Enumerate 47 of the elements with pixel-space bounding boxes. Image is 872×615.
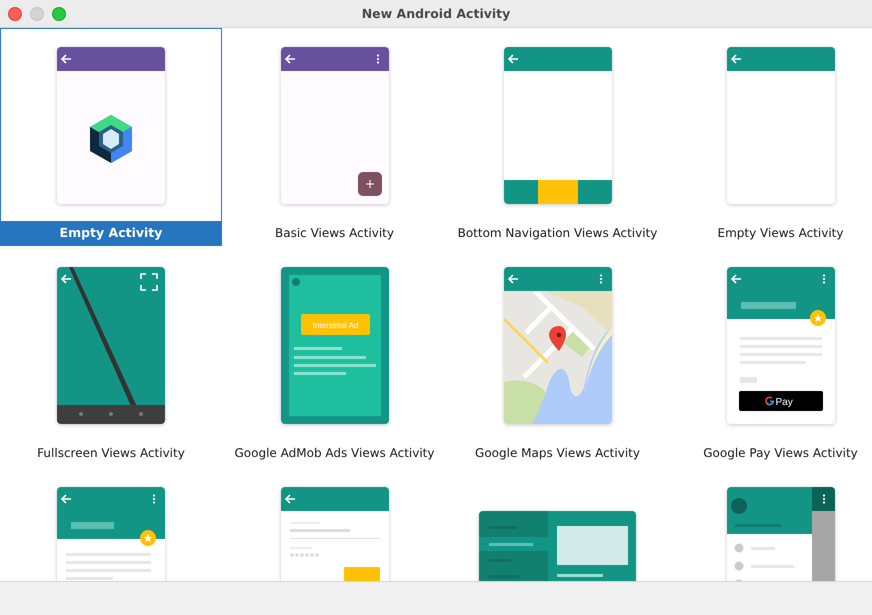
more-vert-icon[interactable]	[599, 274, 602, 284]
back-arrow-icon[interactable]	[60, 54, 72, 64]
zoom-button[interactable]	[52, 6, 66, 20]
pay-text: Pay	[775, 397, 792, 408]
template-option[interactable]: Pay Google Pay Views Activity	[669, 248, 872, 466]
title-placeholder	[740, 302, 796, 309]
back-arrow-icon[interactable]	[507, 54, 518, 64]
window-title: New Android Activity	[362, 6, 510, 21]
more-vert-icon[interactable]	[822, 494, 825, 504]
template-option[interactable]: Interstitial Ad Google AdMob Ads Views Activity	[223, 248, 446, 466]
back-arrow-icon[interactable]	[284, 494, 296, 504]
pay-button[interactable]	[738, 391, 822, 411]
back-arrow-icon[interactable]	[507, 274, 518, 284]
label-placeholder	[740, 377, 756, 383]
back-arrow-icon[interactable]	[284, 54, 296, 64]
fullscreen-icon[interactable]	[140, 273, 158, 291]
more-vert-icon[interactable]	[376, 54, 379, 64]
template-option[interactable]: Empty Views Activity	[669, 28, 872, 246]
template-option[interactable]: Google Maps Views Activity	[446, 248, 669, 466]
template-option[interactable]: Fullscreen Views Activity	[0, 248, 222, 466]
avatar-circle	[730, 498, 746, 514]
template-option[interactable]: Basic Views Activity	[223, 28, 446, 246]
template-name: Google Pay Views Activity	[702, 445, 859, 462]
hexagon-logo-icon	[90, 115, 132, 163]
map-pin-icon	[548, 326, 566, 351]
title-placeholder	[71, 522, 114, 529]
template-name: Bottom Navigation Views Activity	[456, 225, 658, 242]
template-name: Empty Views Activity	[716, 225, 844, 242]
template-name: Google AdMob Ads Views Activity	[234, 445, 436, 462]
add-button[interactable]	[358, 172, 382, 196]
back-arrow-icon[interactable]	[730, 54, 742, 64]
interstitial-ad-text: Interstitial Ad	[312, 321, 358, 330]
template-name: Basic Views Activity	[274, 225, 395, 242]
template-name: Google Maps Views Activity	[474, 445, 641, 462]
more-vert-icon[interactable]	[822, 274, 825, 284]
star-badge-icon	[810, 310, 826, 326]
template-name: Empty Activity	[0, 221, 222, 245]
star-badge-icon	[140, 530, 156, 546]
template-option[interactable]: Bottom Navigation Views Activity	[446, 28, 669, 246]
g-logo-icon	[764, 396, 774, 406]
close-button[interactable]	[8, 6, 22, 20]
more-vert-icon[interactable]	[152, 494, 156, 504]
back-arrow-icon[interactable]	[730, 274, 742, 284]
back-arrow-icon[interactable]	[60, 494, 72, 504]
template-option[interactable]: Empty Activity	[0, 28, 222, 246]
template-name: Fullscreen Views Activity	[36, 445, 186, 462]
back-arrow-icon[interactable]	[60, 274, 72, 284]
